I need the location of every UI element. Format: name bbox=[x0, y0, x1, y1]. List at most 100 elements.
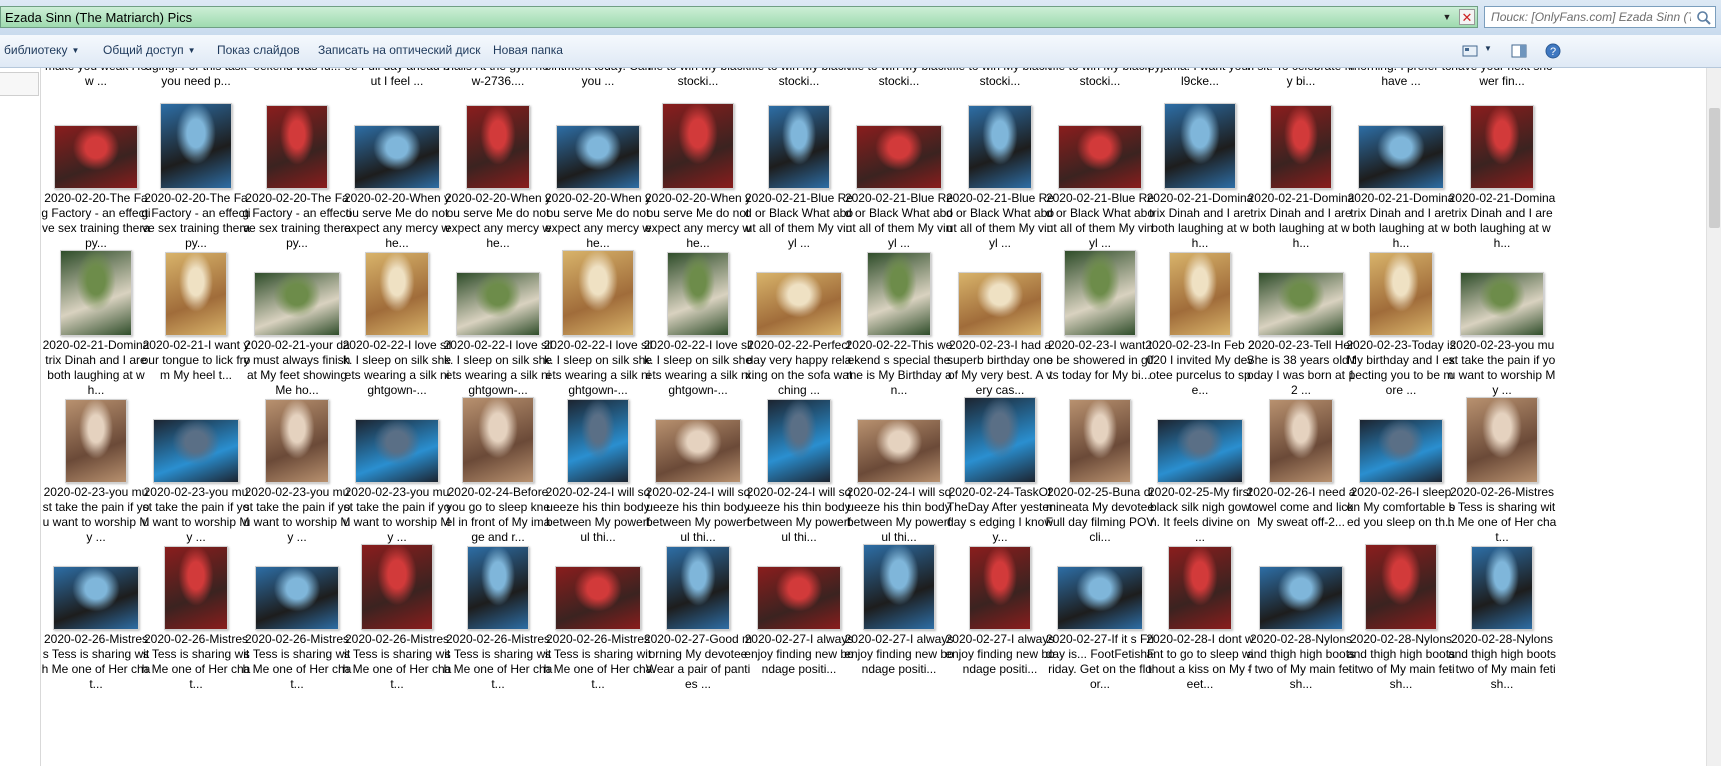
image-thumbnail[interactable] bbox=[1269, 399, 1333, 483]
image-thumbnail[interactable] bbox=[555, 566, 641, 630]
image-thumbnail[interactable] bbox=[1460, 272, 1544, 336]
file-item[interactable]: 2020-02-26-Mistress Tess is sharing with… bbox=[342, 544, 452, 706]
file-item[interactable]: 2020-02-27-Good morning My devotee Wear … bbox=[643, 546, 753, 706]
image-thumbnail[interactable] bbox=[1259, 566, 1343, 630]
file-item[interactable]: 2020-02-20-The Fag Factory - an effectiv… bbox=[141, 103, 251, 265]
image-thumbnail[interactable] bbox=[1466, 397, 1538, 483]
image-thumbnail[interactable] bbox=[1470, 105, 1534, 189]
vertical-scrollbar[interactable] bbox=[1706, 68, 1721, 766]
preview-pane-icon[interactable] bbox=[1510, 42, 1528, 60]
file-item[interactable]: 2020-02-21-Dominatrix Dinah and I are bo… bbox=[1145, 103, 1255, 265]
image-thumbnail[interactable] bbox=[768, 105, 830, 189]
file-item[interactable]: 2020-02-26-Mistress Tess is sharing with… bbox=[1447, 397, 1557, 559]
image-thumbnail[interactable] bbox=[164, 546, 228, 630]
file-item[interactable]: 2020-02-24-I will squeeze his thin body … bbox=[844, 399, 954, 559]
file-item[interactable]: 2020-02-27-I always enjoy finding new bo… bbox=[744, 546, 854, 706]
file-item[interactable]: 2020-02-21-Blue Red or Black What about … bbox=[945, 105, 1055, 265]
file-item[interactable]: 2020-02-21-Dominatrix Dinah and I are bo… bbox=[1447, 105, 1557, 265]
file-item[interactable]: 2020-02-26-Mistress Tess is sharing with… bbox=[543, 546, 653, 706]
image-thumbnail[interactable] bbox=[160, 103, 232, 189]
image-thumbnail[interactable] bbox=[65, 399, 127, 483]
scrollbar-thumb[interactable] bbox=[1709, 108, 1720, 228]
file-item[interactable]: 2020-02-27-I always enjoy finding new bo… bbox=[844, 544, 954, 706]
file-item[interactable]: 2020-02-27-I always enjoy finding new bo… bbox=[945, 546, 1055, 706]
image-thumbnail[interactable] bbox=[856, 125, 942, 189]
image-thumbnail[interactable] bbox=[969, 546, 1031, 630]
image-thumbnail[interactable] bbox=[53, 566, 139, 630]
file-item[interactable]: 2020-02-24-I will squeeze his thin body … bbox=[744, 399, 854, 559]
file-item[interactable]: 2020-02-23-I had a superb birthday one o… bbox=[945, 252, 1055, 412]
image-thumbnail[interactable] bbox=[1365, 544, 1437, 630]
image-thumbnail[interactable] bbox=[1069, 399, 1131, 483]
new-folder-button[interactable]: Новая папка bbox=[493, 43, 563, 57]
file-item[interactable]: 2020-02-20-When you serve Me do not expe… bbox=[543, 105, 653, 265]
image-thumbnail[interactable] bbox=[354, 125, 440, 189]
file-item[interactable]: 2020-02-21-Dominatrix Dinah and I are bo… bbox=[1346, 105, 1456, 265]
file-item[interactable]: 2020-02-23-you must take the pain if you… bbox=[242, 399, 352, 559]
file-item[interactable]: 2020-02-24-TaskOfTheDay After yesterday … bbox=[945, 397, 1055, 559]
file-item[interactable]: 2020-02-22-I love silk. I sleep on silk … bbox=[443, 252, 553, 412]
file-item[interactable]: 2020-02-28-Nylons and thigh high boots -… bbox=[1246, 546, 1356, 706]
image-thumbnail[interactable] bbox=[756, 272, 842, 336]
image-thumbnail[interactable] bbox=[958, 272, 1042, 336]
file-item[interactable]: 2020-02-20-The Fag Factory - an effectiv… bbox=[242, 105, 352, 265]
image-thumbnail[interactable] bbox=[857, 419, 941, 483]
file-item[interactable]: 2020-02-23-you must take the pain if you… bbox=[342, 399, 452, 559]
image-thumbnail[interactable] bbox=[757, 566, 841, 630]
file-item[interactable]: 2020-02-21-I want your tongue to lick fr… bbox=[141, 252, 251, 412]
image-thumbnail[interactable] bbox=[355, 419, 439, 483]
search-input[interactable]: Поиск: [OnlyFans.com] Ezada Sinn (T... bbox=[1484, 6, 1716, 28]
navigation-item[interactable] bbox=[0, 72, 39, 96]
image-thumbnail[interactable] bbox=[667, 252, 729, 336]
file-item[interactable]: 2020-02-25-Buna dimineata My devotee Ful… bbox=[1045, 399, 1155, 559]
image-thumbnail[interactable] bbox=[462, 397, 534, 483]
image-thumbnail[interactable] bbox=[456, 272, 540, 336]
file-item[interactable]: 2020-02-20-The Fag Factory - an effectiv… bbox=[41, 105, 151, 265]
file-item[interactable]: 2020-02-21-Blue Red or Black What about … bbox=[844, 105, 954, 265]
chevron-down-icon[interactable]: ▼ bbox=[1439, 9, 1455, 25]
image-thumbnail[interactable] bbox=[662, 103, 734, 189]
navigation-pane[interactable] bbox=[0, 68, 41, 766]
image-thumbnail[interactable] bbox=[655, 419, 741, 483]
image-thumbnail[interactable] bbox=[1169, 252, 1231, 336]
image-thumbnail[interactable] bbox=[60, 250, 132, 336]
image-thumbnail[interactable] bbox=[968, 105, 1032, 189]
file-item[interactable]: 2020-02-21-Dominatrix Dinah and I are bo… bbox=[41, 250, 151, 412]
image-thumbnail[interactable] bbox=[666, 546, 730, 630]
image-thumbnail[interactable] bbox=[867, 252, 931, 336]
image-thumbnail[interactable] bbox=[266, 105, 328, 189]
image-thumbnail[interactable] bbox=[466, 105, 530, 189]
image-thumbnail[interactable] bbox=[361, 544, 433, 630]
file-item[interactable]: 2020-02-23-you must take the pain if you… bbox=[41, 399, 151, 559]
file-item[interactable]: 2020-02-27-If it s Friday is... FootFeti… bbox=[1045, 546, 1155, 706]
image-thumbnail[interactable] bbox=[1168, 546, 1232, 630]
image-thumbnail[interactable] bbox=[1258, 272, 1344, 336]
image-thumbnail[interactable] bbox=[562, 250, 634, 336]
file-item[interactable]: 2020-02-23-Tell Her She is 38 years old … bbox=[1246, 252, 1356, 412]
slideshow-button[interactable]: Показ слайдов bbox=[217, 43, 300, 57]
address-bar[interactable]: Ezada Sinn (The Matriarch) Pics ▼ ✕ bbox=[0, 6, 1478, 28]
file-item[interactable]: 2020-02-28-I dont want to go to sleep wi… bbox=[1145, 546, 1255, 706]
file-item[interactable]: 2020-02-20-When you serve Me do not expe… bbox=[342, 105, 452, 265]
file-item[interactable]: 2020-02-28-Nylons and thigh high boots -… bbox=[1447, 546, 1557, 706]
file-item[interactable]: 2020-02-26-I sleep on My comfortable bed… bbox=[1346, 399, 1456, 559]
file-item[interactable]: 2020-02-22-Perfect day very happy relaxi… bbox=[744, 252, 854, 412]
file-item[interactable]: 2020-02-26-Mistress Tess is sharing with… bbox=[41, 546, 151, 706]
file-item[interactable]: 2020-02-23-I want to be showered in gift… bbox=[1045, 250, 1155, 412]
image-thumbnail[interactable] bbox=[863, 544, 935, 630]
file-item[interactable]: 2020-02-22-I love silk. I sleep on silk … bbox=[643, 252, 753, 412]
file-item[interactable]: 2020-02-20-When you serve Me do not expe… bbox=[643, 103, 753, 265]
file-item[interactable]: 2020-02-20-When you serve Me do not expe… bbox=[443, 105, 553, 265]
file-item[interactable]: 2020-02-26-Mistress Tess is sharing with… bbox=[141, 546, 251, 706]
file-item[interactable]: 2020-02-24-Before you go to sleep kneel … bbox=[443, 397, 553, 559]
image-thumbnail[interactable] bbox=[1270, 105, 1332, 189]
file-item[interactable]: 2020-02-21-Blue Red or Black What about … bbox=[1045, 105, 1155, 265]
image-thumbnail[interactable] bbox=[1471, 546, 1533, 630]
file-item[interactable]: 2020-02-24-I will squeeze his thin body … bbox=[543, 399, 653, 559]
image-thumbnail[interactable] bbox=[255, 566, 339, 630]
search-icon[interactable] bbox=[1696, 10, 1712, 26]
file-item[interactable]: 2020-02-23-Today is My birthday and I ex… bbox=[1346, 252, 1456, 412]
include-in-library-menu[interactable]: библиотеку ▼ bbox=[4, 43, 79, 57]
chevron-down-icon[interactable]: ▼ bbox=[1484, 44, 1492, 53]
image-thumbnail[interactable] bbox=[1369, 252, 1433, 336]
